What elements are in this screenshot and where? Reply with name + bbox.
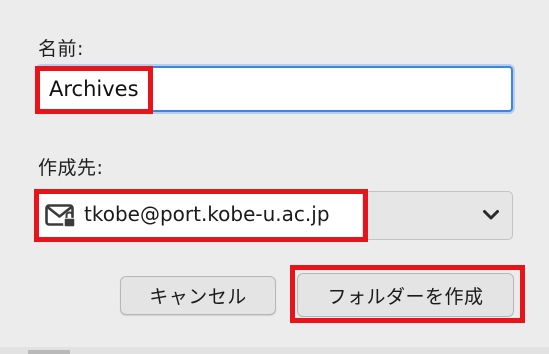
folder-name-input[interactable] (37, 66, 513, 112)
create-folder-button[interactable]: フォルダーを作成 (297, 273, 514, 317)
destination-label: 作成先: (38, 157, 104, 179)
new-folder-dialog: 名前: 作成先: tkobe@port.kobe-u.ac.jp キャンセル フ… (0, 0, 549, 354)
destination-account: tkobe@port.kobe-u.ac.jp (84, 202, 330, 226)
mail-lock-icon (45, 204, 76, 228)
window-edge-mark (28, 350, 70, 354)
chevron-down-icon[interactable] (482, 209, 500, 221)
dialog-bottom-edge (0, 347, 549, 354)
cancel-button[interactable]: キャンセル (120, 276, 276, 315)
name-label: 名前: (38, 38, 84, 60)
